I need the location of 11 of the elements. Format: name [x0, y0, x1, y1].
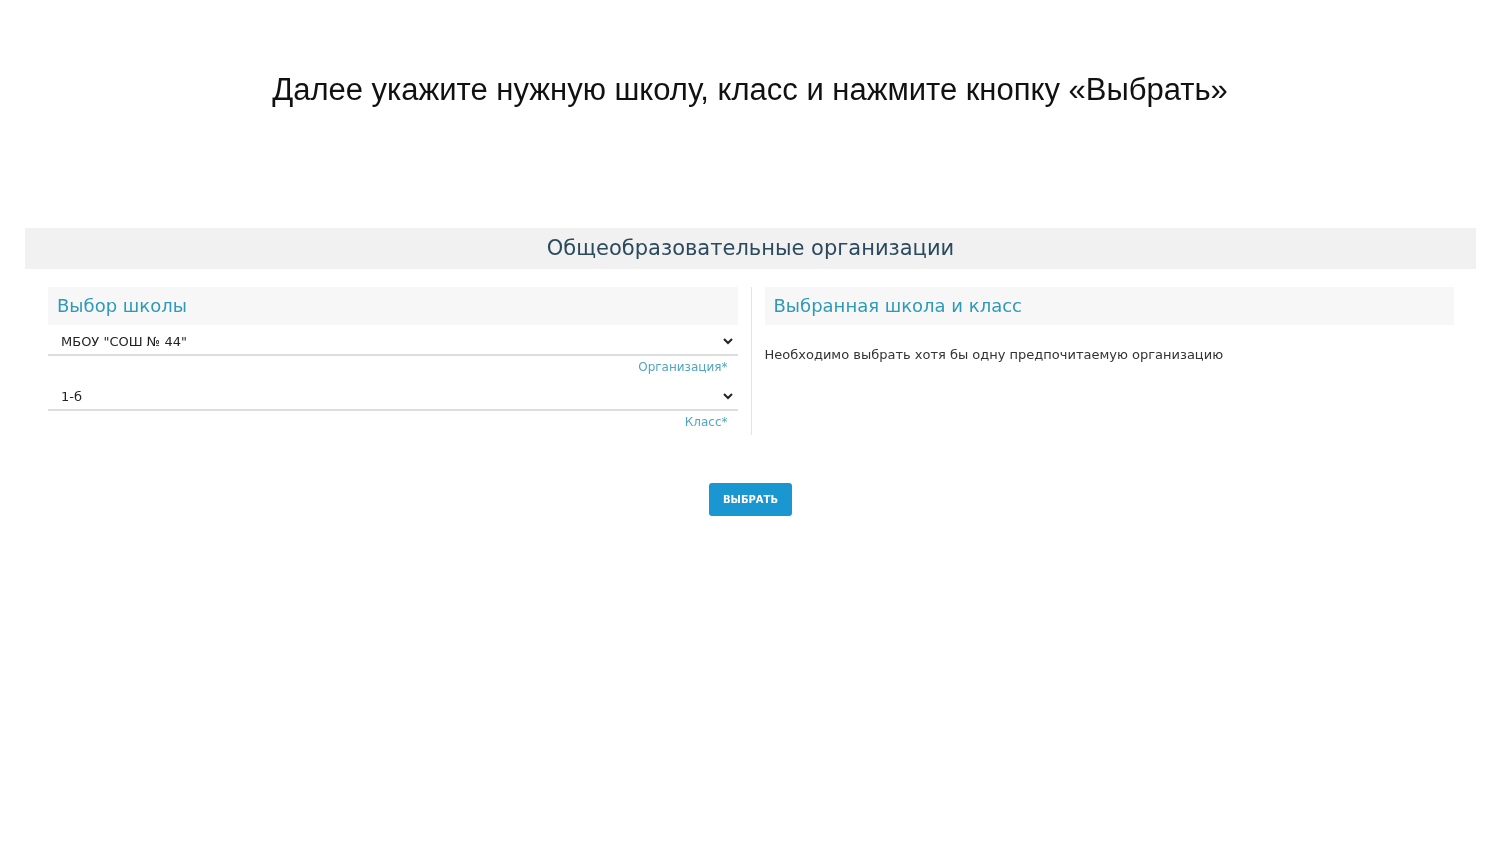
field-label: Класс*: [683, 414, 729, 431]
section-header: Общеобразовательные организации: [25, 228, 1476, 269]
field-label: Организация*: [637, 359, 729, 376]
chevron-down-icon: [722, 338, 733, 345]
select-field[interactable]: 1-б: [48, 380, 738, 411]
info-message: Необходимо выбрать хотя бы одну предпочитаемую организацию: [764, 347, 1225, 362]
select-field[interactable]: МБОУ "СОШ № 44": [48, 325, 738, 356]
instruction-heading: Далее укажите нужную школу, класс и нажмите кнопку «Выбрать»: [271, 72, 1229, 108]
chevron-down-icon: [722, 393, 733, 400]
panel-title: Выбранная школа и класс: [764, 287, 1454, 325]
panel-title: Выбор школы: [48, 287, 738, 325]
